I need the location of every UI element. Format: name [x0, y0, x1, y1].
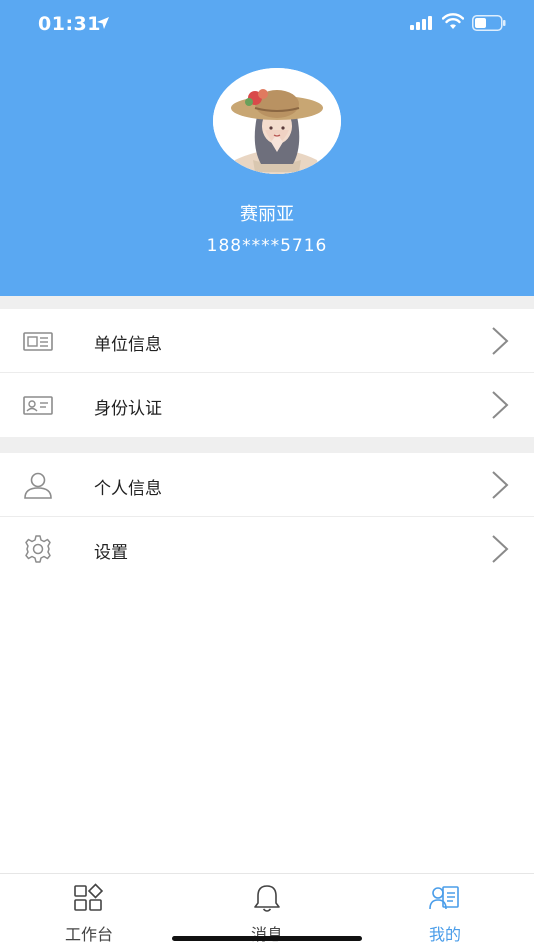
section-gap: [0, 296, 534, 309]
tab-mine[interactable]: 我的: [356, 874, 534, 950]
menu-item-label: 身份认证: [94, 399, 162, 419]
chevron-right-icon: [492, 471, 509, 499]
chevron-right-icon: [492, 327, 509, 355]
person-icon: [24, 472, 52, 499]
profile-card-icon: [429, 886, 459, 910]
menu-item-label: 个人信息: [94, 479, 162, 499]
tab-label: 工作台: [64, 925, 113, 944]
chevron-right-icon: [492, 535, 509, 563]
menu-item-personal-info[interactable]: 个人信息: [0, 453, 534, 517]
menu-item-label: 设置: [94, 543, 128, 563]
chevron-right-icon: [492, 391, 509, 419]
bell-icon: [254, 885, 280, 912]
tab-workbench[interactable]: 工作台: [0, 874, 178, 950]
tab-label: 消息: [250, 925, 283, 944]
id-card-icon: [23, 396, 53, 415]
home-indicator: [172, 936, 362, 941]
profile-header: 01:31 赛丽亚 188****5716: [0, 0, 534, 296]
wifi-icon: [442, 13, 464, 29]
location-arrow-icon: [97, 17, 109, 29]
status-time: 01:31: [38, 13, 101, 35]
org-card-icon: [23, 332, 53, 351]
menu-item-identity-verification[interactable]: 身份认证: [0, 373, 534, 437]
user-phone: 188****5716: [206, 236, 328, 256]
avatar[interactable]: [213, 68, 341, 174]
menu-item-settings[interactable]: 设置: [0, 517, 534, 581]
gear-icon: [25, 535, 51, 563]
tab-label: 我的: [428, 925, 461, 944]
battery-icon: [472, 15, 506, 31]
cellular-signal-icon: [410, 16, 432, 30]
grid-icon: [74, 883, 104, 911]
menu-item-org-info[interactable]: 单位信息: [0, 309, 534, 373]
avatar-image: [213, 68, 341, 174]
menu-item-label: 单位信息: [94, 335, 162, 355]
section-gap: [0, 437, 534, 453]
status-bar: 01:31: [0, 0, 534, 48]
user-name: 赛丽亚: [240, 204, 294, 225]
